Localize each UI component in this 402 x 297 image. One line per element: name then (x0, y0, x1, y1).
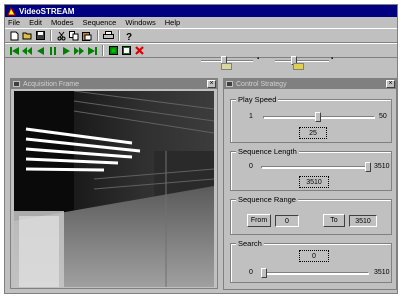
contrast-slider[interactable] (275, 56, 329, 65)
sequence-length-value[interactable]: 3510 (299, 176, 329, 188)
last-frame-icon[interactable] (86, 45, 98, 56)
search-group: Search 0 0 3510 (230, 239, 392, 283)
menu-help[interactable]: Help (165, 18, 180, 27)
control-panel: Control Strategy × Play Speed 1 50 25 Se… (223, 78, 397, 290)
menu-windows[interactable]: Windows (125, 18, 155, 27)
open-icon[interactable] (21, 30, 33, 41)
playback-toolbar (5, 43, 397, 58)
menu-edit[interactable]: Edit (29, 18, 42, 27)
video-frame[interactable] (14, 90, 215, 287)
rewind-icon[interactable] (21, 45, 33, 56)
toolbar-separator (97, 30, 99, 41)
menu-file[interactable]: File (8, 18, 20, 27)
standard-toolbar: ? (5, 28, 397, 43)
brightness-slider[interactable] (201, 56, 253, 65)
slider-tick: ▪ (331, 56, 334, 62)
play-speed-value[interactable]: 25 (299, 127, 327, 139)
new-icon[interactable] (8, 30, 20, 41)
close-icon[interactable]: × (207, 80, 216, 88)
first-frame-icon[interactable] (8, 45, 20, 56)
app-title: VideoSTREAM (19, 6, 75, 16)
acquisition-window: Acquisition Frame × (10, 78, 218, 289)
play-speed-max: 50 (379, 113, 387, 120)
sequence-range-label: Sequence Range (236, 195, 298, 204)
sequence-length-label: Sequence Length (236, 147, 299, 156)
play-reverse-icon[interactable] (34, 45, 46, 56)
sequence-range-group: Sequence Range From 0 To 3510 (230, 195, 392, 235)
copy-icon[interactable] (68, 30, 80, 41)
menu-sequence[interactable]: Sequence (83, 18, 117, 27)
sequence-length-slider[interactable] (261, 166, 369, 169)
close-icon[interactable]: × (386, 80, 395, 88)
play-speed-group: Play Speed 1 50 25 (230, 95, 392, 143)
sequence-length-slider-thumb[interactable] (365, 162, 371, 172)
brightness-indicator (221, 63, 232, 70)
capture-icon[interactable] (107, 45, 119, 56)
paste-icon[interactable] (81, 30, 93, 41)
play-speed-label: Play Speed (236, 95, 279, 104)
search-value[interactable]: 0 (299, 250, 329, 262)
fast-forward-icon[interactable] (73, 45, 85, 56)
contrast-indicator (293, 63, 304, 70)
from-button[interactable]: From (247, 214, 271, 227)
to-button[interactable]: To (323, 214, 345, 227)
play-icon[interactable] (60, 45, 72, 56)
search-label: Search (236, 239, 264, 248)
app-window: VideoSTREAM File Edit Modes Sequence Win… (4, 4, 398, 294)
search-slider-thumb[interactable] (261, 268, 267, 278)
title-bar: VideoSTREAM (5, 5, 397, 17)
menu-modes[interactable]: Modes (51, 18, 74, 27)
menu-bar: File Edit Modes Sequence Windows Help (5, 17, 397, 28)
play-speed-min: 1 (249, 113, 253, 120)
window-icon (13, 81, 20, 87)
control-panel-titlebar[interactable]: Control Strategy × (224, 79, 396, 89)
sequence-length-min: 0 (249, 163, 253, 170)
sequence-length-group: Sequence Length 0 3510 3510 (230, 147, 392, 191)
search-min: 0 (249, 269, 253, 276)
toolbar-separator (118, 30, 120, 41)
toolbar-separator (102, 45, 104, 56)
sequence-length-max: 3510 (374, 163, 390, 170)
pause-icon[interactable] (47, 45, 59, 56)
to-value[interactable]: 3510 (349, 215, 377, 227)
acquisition-window-title: Acquisition Frame (23, 80, 80, 88)
acquisition-window-titlebar[interactable]: Acquisition Frame × (11, 79, 217, 89)
video-image (14, 90, 215, 287)
window-icon (226, 81, 233, 87)
app-icon (7, 6, 16, 15)
slider-tick: ▪ (257, 56, 260, 62)
record-icon[interactable] (120, 45, 132, 56)
search-slider[interactable] (261, 272, 369, 275)
stop-icon[interactable] (133, 45, 145, 56)
toolbar-separator (50, 30, 52, 41)
save-icon[interactable] (34, 30, 46, 41)
play-speed-slider-thumb[interactable] (315, 112, 321, 122)
control-panel-title: Control Strategy (236, 80, 287, 88)
print-icon[interactable] (102, 30, 114, 41)
help-icon[interactable]: ? (123, 30, 135, 41)
cut-icon[interactable] (55, 30, 67, 41)
from-value[interactable]: 0 (275, 215, 299, 227)
svg-text:?: ? (126, 32, 132, 41)
search-max: 3510 (374, 269, 390, 276)
